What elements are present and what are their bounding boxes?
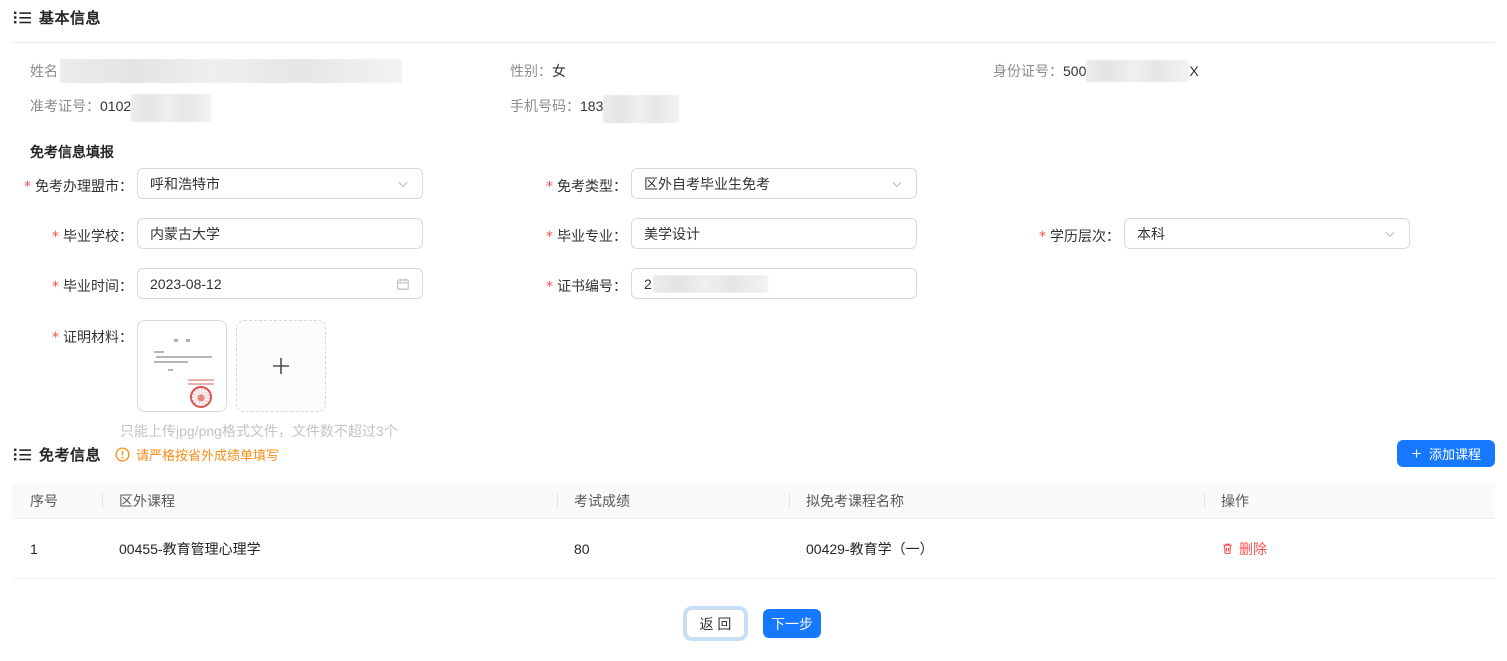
degree-value: 本科	[1137, 224, 1383, 244]
gender-value: 女	[552, 61, 566, 81]
form-subtitle: 免考信息填报	[30, 142, 114, 162]
header-external-course: 区外课程	[103, 483, 558, 518]
exemption-info-header: 免考信息 请严格按省外成绩单填写	[14, 444, 279, 465]
league-label: *免考办理盟市：	[0, 176, 133, 196]
list-icon	[14, 9, 31, 26]
grad-date-value: 2023-08-12	[150, 276, 396, 292]
cert-no-value: 2	[644, 275, 904, 293]
exam-type-select[interactable]: 区外自考毕业生免考	[631, 168, 917, 199]
delete-label: 删除	[1239, 539, 1267, 559]
add-course-label: 添加课程	[1429, 444, 1481, 463]
ticket-row: 准考证号： 0102	[30, 95, 211, 117]
upload-hint: 只能上传jpg/png格式文件，文件数不超过3个	[120, 421, 398, 441]
id-number-label: 身份证号：	[993, 61, 1063, 81]
cell-external-course: 00455-教育管理心理学	[103, 519, 558, 578]
required-asterisk: *	[24, 179, 31, 195]
red-seal-icon	[190, 386, 212, 408]
exam-type-value: 区外自考毕业生免考	[644, 174, 890, 194]
phone-prefix: 183	[580, 98, 603, 114]
degree-select[interactable]: 本科	[1124, 218, 1410, 249]
league-value: 呼和浩特市	[150, 174, 396, 194]
cell-action: 删除	[1205, 519, 1495, 578]
table-row: 1 00455-教育管理心理学 80 00429-教育学（一） 删除	[12, 519, 1495, 579]
required-asterisk: *	[52, 330, 59, 346]
exemption-course-table: 序号 区外课程 考试成绩 拟免考课程名称 操作 1 00455-教育管理心理学 …	[12, 483, 1495, 579]
cert-no-redacted	[653, 275, 768, 293]
header-divider	[12, 42, 1495, 43]
basic-info-header: 基本信息	[14, 7, 101, 28]
required-asterisk: *	[546, 179, 553, 195]
phone-redacted	[603, 95, 679, 123]
section-title-basic: 基本信息	[39, 7, 101, 28]
ticket-prefix: 0102	[100, 98, 131, 114]
id-number-row: 身份证号： 500 X	[993, 60, 1199, 82]
id-number-redacted	[1086, 60, 1189, 82]
ticket-redacted	[131, 94, 211, 122]
plus-icon	[1411, 448, 1422, 459]
header-target-course: 拟免考课程名称	[790, 483, 1205, 518]
school-label: *毕业学校：	[0, 226, 133, 246]
phone-row: 手机号码： 183	[510, 95, 679, 117]
trash-icon	[1221, 542, 1234, 555]
league-select[interactable]: 呼和浩特市	[137, 168, 423, 199]
section-title-exemption: 免考信息	[39, 444, 101, 465]
upload-add-button[interactable]	[236, 320, 326, 412]
major-input[interactable]: 美学设计	[631, 218, 917, 249]
header-score: 考试成绩	[558, 483, 790, 518]
chevron-down-icon	[1383, 227, 1397, 241]
school-value: 内蒙古大学	[150, 224, 410, 244]
required-asterisk: *	[1039, 229, 1046, 245]
warning-message: 请严格按省外成绩单填写	[115, 445, 279, 464]
list-icon	[14, 446, 31, 463]
chevron-down-icon	[396, 177, 410, 191]
name-redacted-value	[60, 59, 402, 83]
gender-label: 性别：	[510, 61, 552, 81]
cell-score: 80	[558, 519, 790, 578]
add-course-button[interactable]: 添加课程	[1397, 440, 1495, 467]
phone-label: 手机号码：	[510, 96, 580, 116]
required-asterisk: *	[546, 229, 553, 245]
required-asterisk: *	[546, 279, 553, 295]
degree-label: *学历层次：	[940, 226, 1120, 246]
id-number-suffix: X	[1189, 63, 1198, 79]
chevron-down-icon	[890, 177, 904, 191]
page: 基本信息 姓名 性别： 女 身份证号： 500 X 准考证号： 0102 手机号…	[0, 0, 1507, 661]
materials-label: *证明材料：	[0, 327, 133, 347]
name-row: 姓名	[30, 60, 402, 82]
warning-icon	[115, 447, 130, 462]
grad-date-label: *毕业时间：	[0, 276, 133, 296]
exam-type-label: *免考类型：	[440, 176, 627, 196]
major-value: 美学设计	[644, 224, 904, 244]
cell-target-course: 00429-教育学（一）	[790, 519, 1205, 578]
gender-row: 性别： 女	[510, 60, 566, 82]
table-header-row: 序号 区外课程 考试成绩 拟免考课程名称 操作	[12, 483, 1495, 519]
delete-course-button[interactable]: 删除	[1221, 539, 1267, 559]
cell-seq: 1	[12, 519, 103, 578]
required-asterisk: *	[52, 229, 59, 245]
cert-no-input[interactable]: 2	[631, 268, 917, 299]
ticket-label: 准考证号：	[30, 96, 100, 116]
header-seq: 序号	[12, 483, 103, 518]
required-asterisk: *	[52, 279, 59, 295]
id-number-prefix: 500	[1063, 63, 1086, 79]
header-action: 操作	[1205, 483, 1495, 518]
calendar-icon	[396, 277, 410, 291]
certificate-document-preview	[146, 329, 218, 403]
major-label: *毕业专业：	[440, 226, 627, 246]
plus-icon	[269, 354, 293, 378]
back-button[interactable]: 返 回	[686, 609, 745, 638]
cert-no-label: *证书编号：	[440, 276, 627, 296]
upload-thumbnail[interactable]	[137, 320, 227, 412]
next-step-button[interactable]: 下一步	[763, 609, 821, 638]
name-label: 姓名	[30, 61, 58, 81]
school-input[interactable]: 内蒙古大学	[137, 218, 423, 249]
grad-date-input[interactable]: 2023-08-12	[137, 268, 423, 299]
warning-text: 请严格按省外成绩单填写	[136, 445, 279, 464]
